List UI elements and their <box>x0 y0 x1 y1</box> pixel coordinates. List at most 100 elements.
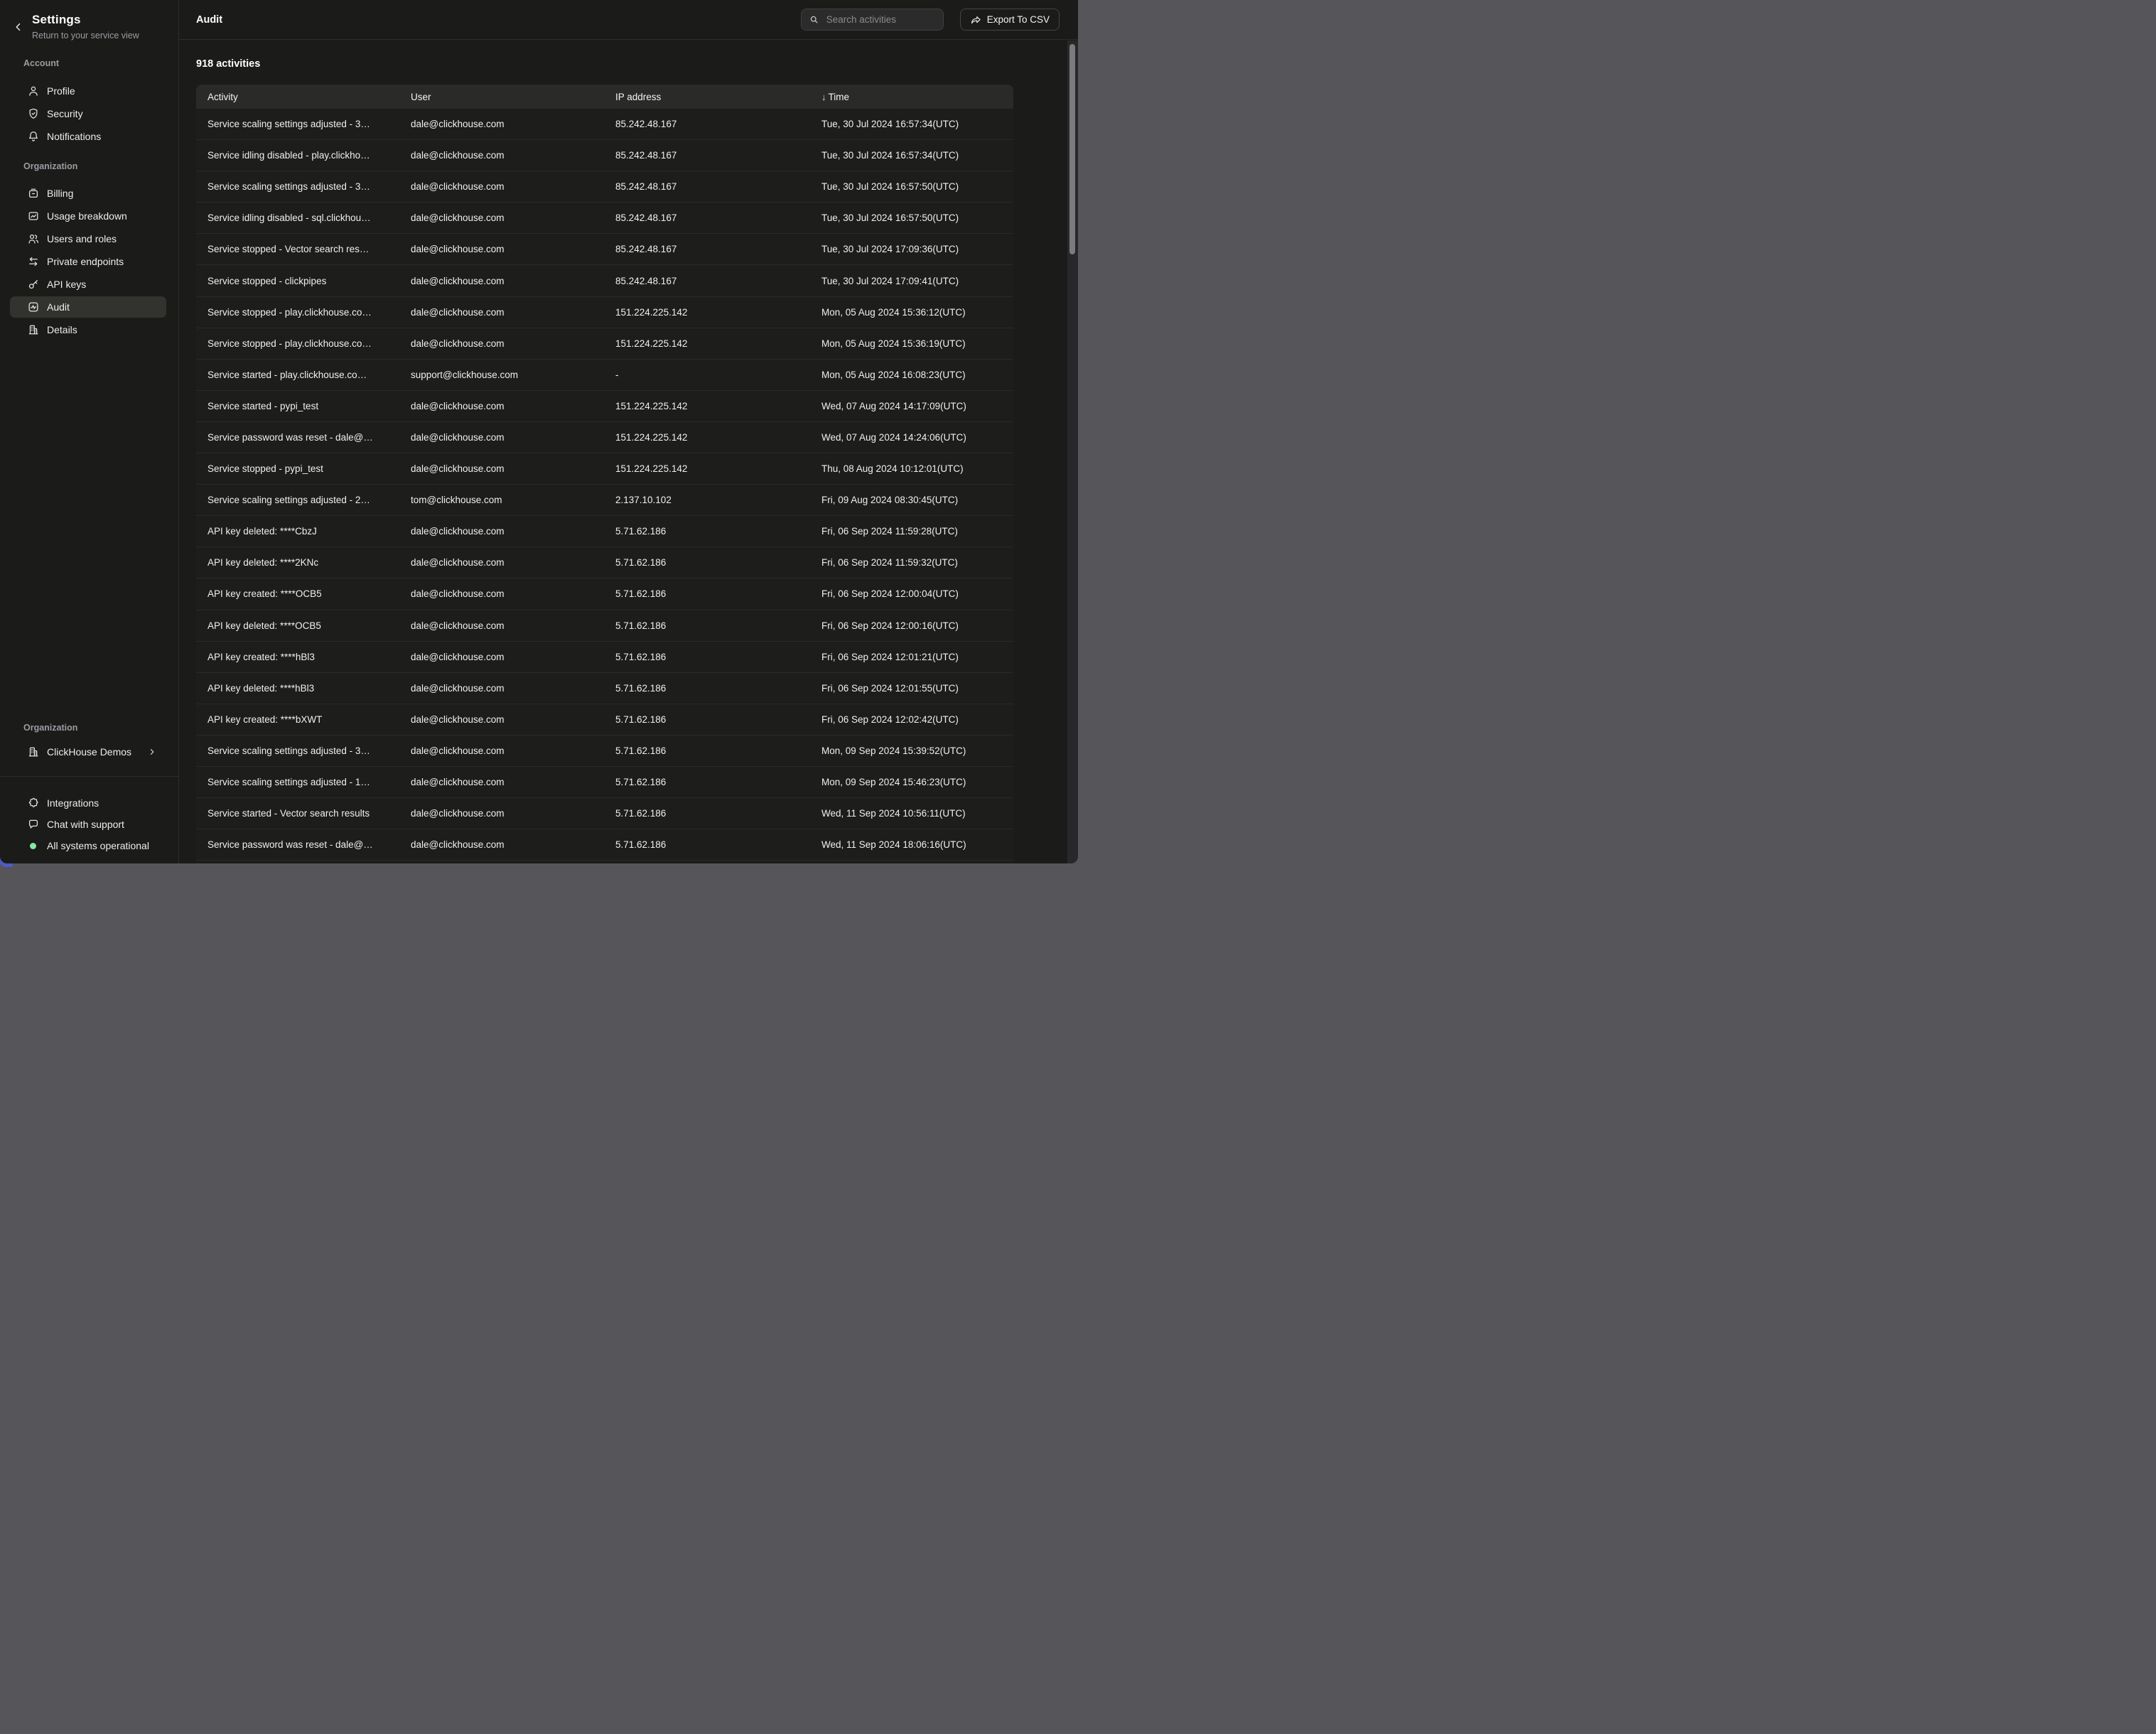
activity-cell: Service scaling settings adjusted - 3… <box>196 745 411 756</box>
ip-address-cell: 85.242.48.167 <box>615 150 821 161</box>
scrollbar-thumb[interactable] <box>1069 44 1075 254</box>
ip-address-cell: 5.71.62.186 <box>615 652 821 662</box>
time-cell: Fri, 06 Sep 2024 11:59:28(UTC) <box>821 526 1013 537</box>
column-header-label: Time <box>829 92 850 102</box>
sidebar-item-label: Integrations <box>47 797 99 809</box>
sidebar-item-security[interactable]: Security <box>10 103 166 124</box>
ip-address-cell: 151.224.225.142 <box>615 463 821 474</box>
org-switcher-label: ClickHouse Demos <box>47 746 131 758</box>
sidebar-item-users-and-roles[interactable]: Users and roles <box>10 228 166 249</box>
ip-address-cell: 151.224.225.142 <box>615 307 821 318</box>
user-cell: dale@clickhouse.com <box>411 808 615 819</box>
user-cell: dale@clickhouse.com <box>411 839 615 850</box>
sidebar-item-usage-breakdown[interactable]: Usage breakdown <box>10 205 166 227</box>
table-row: Service stopped - play.clickhouse.co…dal… <box>196 297 1013 328</box>
user-icon <box>27 85 40 97</box>
activity-cell: API key deleted: ****hBl3 <box>196 683 411 694</box>
activity-cell: Service stopped - Vector search res… <box>196 244 411 254</box>
sidebar-item-label: Usage breakdown <box>47 210 127 222</box>
user-cell: tom@clickhouse.com <box>411 495 615 505</box>
time-cell: Fri, 06 Sep 2024 11:59:32(UTC) <box>821 557 1013 568</box>
search-input[interactable] <box>825 14 936 26</box>
sidebar-item-profile[interactable]: Profile <box>10 80 166 102</box>
section-label-account: Account <box>23 58 59 68</box>
export-arrow-icon <box>970 14 981 26</box>
section-label-organization: Organization <box>23 161 77 171</box>
sidebar-item-label: Security <box>47 108 83 119</box>
user-cell: dale@clickhouse.com <box>411 714 615 725</box>
activity-cell: Service started - pypi_test <box>196 401 411 411</box>
ip-address-cell: 85.242.48.167 <box>615 119 821 129</box>
billing-icon <box>27 187 40 200</box>
usage-chart-icon <box>27 210 40 222</box>
time-cell: Wed, 07 Aug 2024 14:24:06(UTC) <box>821 432 1013 443</box>
table-header-row: ActivityUser IP address ↓Time <box>196 85 1013 109</box>
user-cell: dale@clickhouse.com <box>411 401 615 411</box>
search-box[interactable] <box>801 9 944 31</box>
user-cell: dale@clickhouse.com <box>411 244 615 254</box>
ip-address-cell: 5.71.62.186 <box>615 557 821 568</box>
user-cell: dale@clickhouse.com <box>411 557 615 568</box>
activity-cell: Service started - Vector search results <box>196 808 411 819</box>
ip-address-cell: - <box>615 370 821 380</box>
sort-desc-icon: ↓ <box>821 92 826 102</box>
sidebar-item-notifications[interactable]: Notifications <box>10 126 166 147</box>
table-row: Service idling disabled - sql.clickhou…d… <box>196 203 1013 234</box>
column-header-ip-address[interactable]: IP address <box>615 92 821 102</box>
column-header-user[interactable]: User <box>411 92 615 102</box>
ip-address-cell: 5.71.62.186 <box>615 683 821 694</box>
time-cell: Tue, 30 Jul 2024 16:57:50(UTC) <box>821 212 1013 223</box>
sidebar-subtitle: Return to your service view <box>32 31 139 41</box>
activity-cell: Service scaling settings adjusted - 2… <box>196 495 411 505</box>
column-header-label: User <box>411 92 431 102</box>
sidebar-item-chat-with-support[interactable]: Chat with support <box>10 814 166 835</box>
activity-cell: Service started - play.clickhouse.co… <box>196 370 411 380</box>
sidebar-item-integrations[interactable]: Integrations <box>10 792 166 814</box>
time-cell: Fri, 09 Aug 2024 08:30:45(UTC) <box>821 495 1013 505</box>
activity-cell: API key deleted: ****CbzJ <box>196 526 411 537</box>
table-row: API key created: ****bXWTdale@clickhouse… <box>196 704 1013 736</box>
user-cell: dale@clickhouse.com <box>411 777 615 787</box>
activity-cell: Service idling disabled - play.clickho… <box>196 150 411 161</box>
puzzle-icon <box>27 797 40 809</box>
user-cell: dale@clickhouse.com <box>411 745 615 756</box>
activity-cell: Service scaling settings adjusted - 3… <box>196 181 411 192</box>
sidebar-item-label: Audit <box>47 301 70 313</box>
table-body: Service scaling settings adjusted - 3…da… <box>196 109 1013 863</box>
time-cell: Tue, 30 Jul 2024 17:09:36(UTC) <box>821 244 1013 254</box>
user-cell: dale@clickhouse.com <box>411 119 615 129</box>
table-row: API key deleted: ****hBl3dale@clickhouse… <box>196 673 1013 704</box>
chevron-right-icon <box>148 748 156 756</box>
sidebar-item-private-endpoints[interactable]: Private endpoints <box>10 251 166 272</box>
sidebar-item-all-systems-operational[interactable]: All systems operational <box>10 835 166 856</box>
sidebar-item-label: Private endpoints <box>47 256 124 267</box>
column-header-time[interactable]: ↓Time <box>821 92 1013 102</box>
building-icon <box>27 323 40 336</box>
user-cell: dale@clickhouse.com <box>411 307 615 318</box>
clickhouse-settings-window: Settings Return to your service view Acc… <box>0 0 1078 863</box>
sidebar-item-details[interactable]: Details <box>10 319 166 340</box>
table-row: Service stopped - observability-demodale… <box>196 861 1013 863</box>
table-row: Service scaling settings adjusted - 1…da… <box>196 767 1013 798</box>
chat-bubble-icon <box>27 818 40 831</box>
ip-address-cell: 151.224.225.142 <box>615 401 821 411</box>
export-csv-button[interactable]: Export To CSV <box>960 9 1060 31</box>
column-header-activity[interactable]: Activity <box>196 92 411 102</box>
back-button[interactable] <box>13 20 27 34</box>
table-row: Service started - play.clickhouse.co…sup… <box>196 360 1013 391</box>
audit-content: Audit Export To CSV 918 activities Activ… <box>179 0 1078 863</box>
activity-cell: Service idling disabled - sql.clickhou… <box>196 212 411 223</box>
swap-arrows-icon <box>27 255 40 268</box>
sidebar-item-api-keys[interactable]: API keys <box>10 274 166 295</box>
time-cell: Thu, 08 Aug 2024 10:12:01(UTC) <box>821 463 1013 474</box>
sidebar-item-billing[interactable]: Billing <box>10 183 166 204</box>
search-icon <box>809 14 819 25</box>
user-cell: support@clickhouse.com <box>411 370 615 380</box>
activity-cell: Service password was reset - dale@… <box>196 839 411 850</box>
org-switcher[interactable]: ClickHouse Demos <box>10 741 166 763</box>
sidebar-item-audit[interactable]: Audit <box>10 296 166 318</box>
user-cell: dale@clickhouse.com <box>411 276 615 286</box>
column-header-label: IP address <box>615 92 661 102</box>
user-cell: dale@clickhouse.com <box>411 150 615 161</box>
status-dot <box>30 843 36 849</box>
